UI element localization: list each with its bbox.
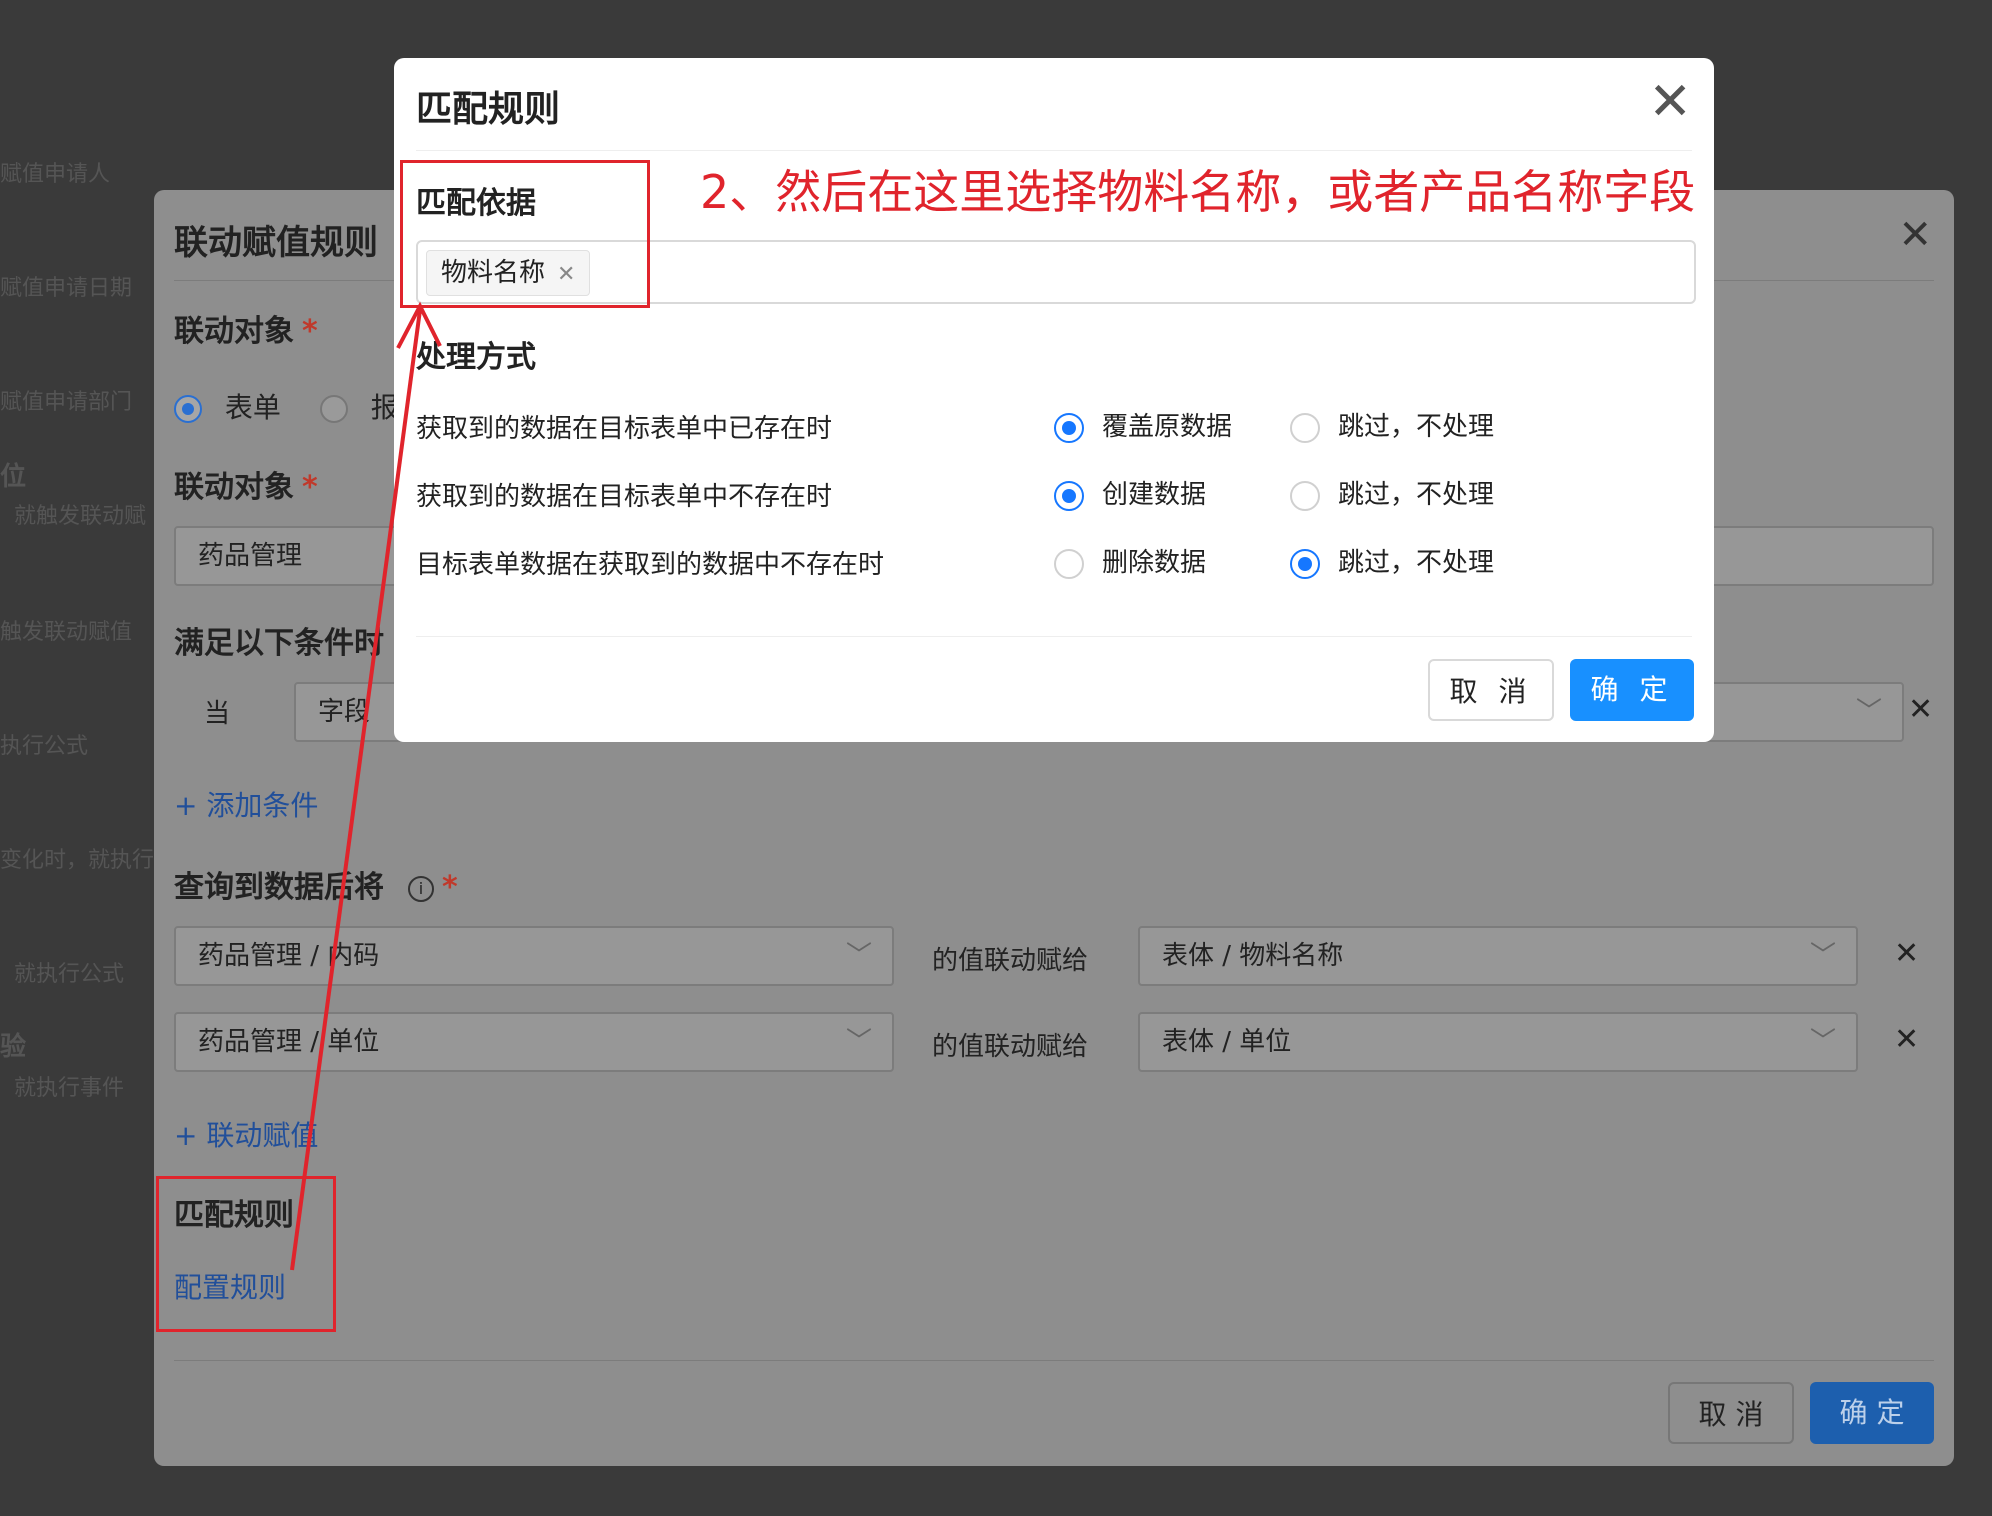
annotation-arrow <box>290 301 442 1271</box>
